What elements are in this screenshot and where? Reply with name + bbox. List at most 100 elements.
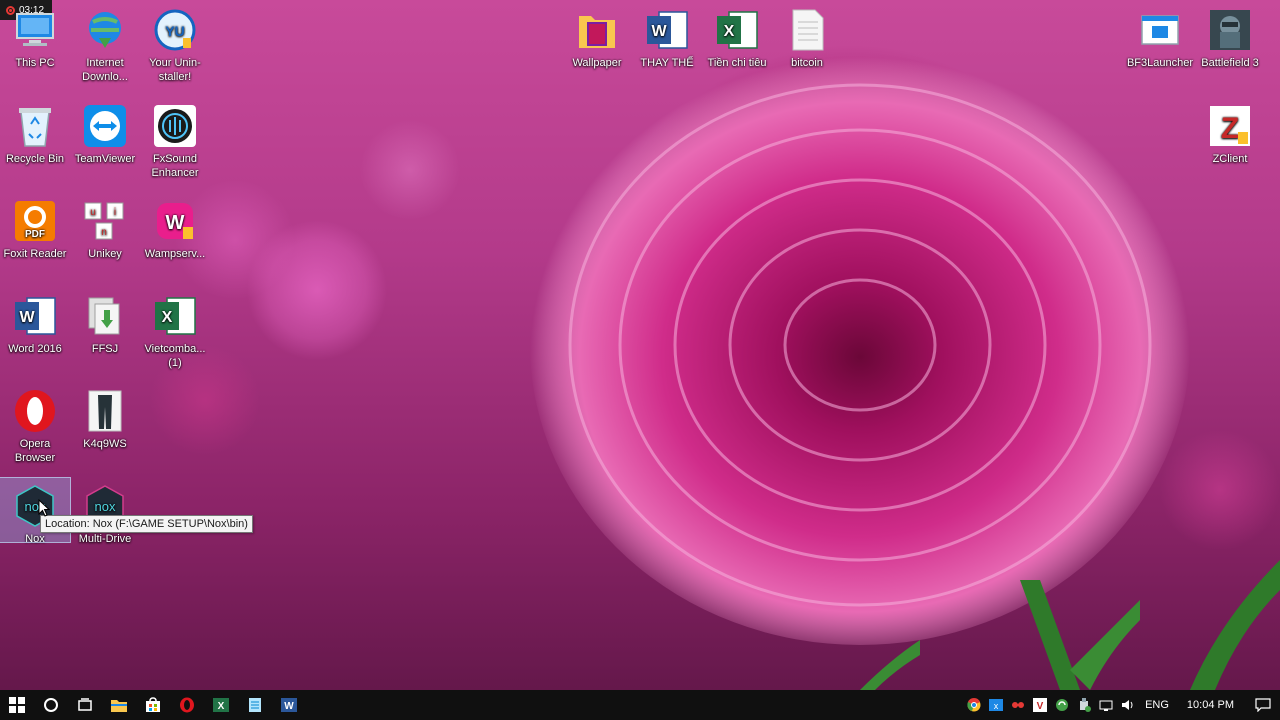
store-icon [146, 697, 160, 712]
svg-text:n: n [101, 227, 107, 238]
clock[interactable]: 10:04 PM [1175, 699, 1246, 711]
flower-leaf [1190, 560, 1280, 690]
excel-file-icon: X [713, 6, 761, 54]
excel-icon: X [213, 698, 229, 712]
desktop-icon-bitcoin[interactable]: bitcoin [772, 2, 842, 70]
word-icon: W [281, 698, 297, 712]
mouse-cursor-icon [38, 499, 50, 517]
svg-text:nox: nox [95, 499, 116, 514]
desktop-icon-your-uninstaller[interactable]: YU Your Unin-staller! [140, 2, 210, 84]
desktop-icon-vietcombank[interactable]: X Vietcomba... (1) [140, 288, 210, 370]
icon-label: FFSJ [91, 343, 119, 355]
desktop-icon-opera[interactable]: Opera Browser [0, 383, 70, 465]
tray-chrome[interactable] [963, 690, 985, 720]
notepad-icon [249, 698, 261, 712]
wifi-icon [1099, 700, 1113, 711]
taskbar-word[interactable]: W [272, 690, 306, 720]
tray-excel[interactable]: x [985, 690, 1007, 720]
ffsj-icon [81, 292, 129, 340]
icon-label: THAY THẾ [640, 57, 694, 69]
tray-vietkey[interactable]: V [1029, 690, 1051, 720]
icon-label: FxSound Enhancer [151, 153, 199, 179]
taskbar-file-explorer[interactable] [102, 690, 136, 720]
sync-icon [1056, 699, 1069, 711]
desktop-icon-this-pc[interactable]: This PC [0, 2, 70, 70]
system-tray: x V ENG 10:04 PM [963, 690, 1280, 720]
icon-label: K4q9WS [83, 438, 127, 450]
usb-icon [1080, 698, 1092, 712]
svg-text:X: X [724, 23, 735, 40]
desktop-icon-teamviewer[interactable]: TeamViewer [70, 98, 140, 166]
taskbar-notepad[interactable] [238, 690, 272, 720]
teamviewer-icon [81, 102, 129, 150]
start-button[interactable] [0, 690, 34, 720]
desktop-icon-k4q9ws[interactable]: K4q9WS [70, 383, 140, 451]
word-icon: W [11, 292, 59, 340]
svg-text:PDF: PDF [25, 229, 45, 240]
flower-stem-small [860, 640, 920, 690]
task-view-button[interactable] [68, 690, 102, 720]
cortana-button[interactable] [34, 690, 68, 720]
action-center-button[interactable] [1246, 690, 1280, 720]
svg-text:x: x [994, 701, 999, 711]
icon-label: Unikey [88, 248, 122, 260]
icon-label: Your Unin-staller! [149, 57, 201, 83]
svg-text:u: u [90, 207, 96, 218]
language-indicator[interactable]: ENG [1139, 699, 1175, 711]
desktop-icon-battlefield3[interactable]: Battlefield 3 [1195, 2, 1265, 70]
excel-tray-icon: x [989, 699, 1004, 711]
icon-label: Nox [25, 533, 45, 545]
desktop-icon-zclient[interactable]: Z ZClient [1195, 98, 1265, 166]
tray-network-app[interactable] [1007, 690, 1029, 720]
notification-icon [1255, 698, 1271, 712]
computer-icon [11, 6, 59, 54]
tray-usb[interactable] [1073, 690, 1095, 720]
desktop-icon-wampserver[interactable]: W Wampserv... [140, 193, 210, 261]
volume-icon [1122, 700, 1133, 710]
opera-icon [180, 697, 194, 713]
excel-file-icon: X [151, 292, 199, 340]
taskbar-opera[interactable] [170, 690, 204, 720]
chrome-icon [967, 698, 981, 712]
desktop-icon-tien-chi-tieu[interactable]: X Tiền chi tiêu [702, 2, 772, 70]
bf3-launcher-icon [1136, 6, 1184, 54]
desktop-icon-word-2016[interactable]: W Word 2016 [0, 288, 70, 356]
zclient-icon: Z [1206, 102, 1254, 150]
desktop-icon-foxit-reader[interactable]: PDF Foxit Reader [0, 193, 70, 261]
tray-sync[interactable] [1051, 690, 1073, 720]
icon-label: Multi-Drive [78, 533, 132, 545]
opera-icon [11, 387, 59, 435]
icon-label: BF3Launcher [1126, 57, 1194, 69]
tray-network[interactable] [1095, 690, 1117, 720]
task-view-icon [78, 698, 92, 711]
desktop-icon-wallpaper-folder[interactable]: Wallpaper [562, 2, 632, 70]
foxit-pdf-icon: PDF [11, 197, 59, 245]
desktop-icon-recycle-bin[interactable]: Recycle Bin [0, 98, 70, 166]
desktop-icon-bf3launcher[interactable]: BF3Launcher [1125, 2, 1195, 70]
desktop-icon-multi-drive[interactable]: nox Multi-Drive [70, 478, 140, 546]
icon-label: Internet Downlo... [82, 57, 128, 83]
svg-text:Z: Z [1221, 112, 1239, 145]
taskbar-store[interactable] [136, 690, 170, 720]
desktop-icon-internet-download-manager[interactable]: Internet Downlo... [70, 2, 140, 84]
icon-label: Vietcomba... (1) [144, 343, 206, 369]
word-file-icon: W [643, 6, 691, 54]
icon-label: This PC [15, 57, 55, 69]
svg-text:X: X [218, 701, 225, 712]
taskbar-excel[interactable]: X [204, 690, 238, 720]
icon-label: Foxit Reader [3, 248, 67, 260]
svg-text:W: W [166, 212, 185, 234]
desktop-icon-unikey[interactable]: u in Unikey [70, 193, 140, 261]
svg-text:W: W [284, 701, 294, 712]
svg-text:YU: YU [165, 23, 184, 39]
icon-label: Recycle Bin [5, 153, 65, 165]
icon-label: Tiền chi tiêu [707, 57, 767, 69]
tray-volume[interactable] [1117, 690, 1139, 720]
desktop-icon-ffsj[interactable]: FFSJ [70, 288, 140, 356]
unikey-icon: u in [81, 197, 129, 245]
desktop-icon-thay-the[interactable]: W THAY THẾ [632, 2, 702, 70]
icon-label: bitcoin [791, 57, 823, 69]
desktop-icon-fxsound[interactable]: FxSound Enhancer [140, 98, 210, 180]
icon-label: Wallpaper [572, 57, 622, 69]
flower-wallpaper [530, 45, 1190, 645]
